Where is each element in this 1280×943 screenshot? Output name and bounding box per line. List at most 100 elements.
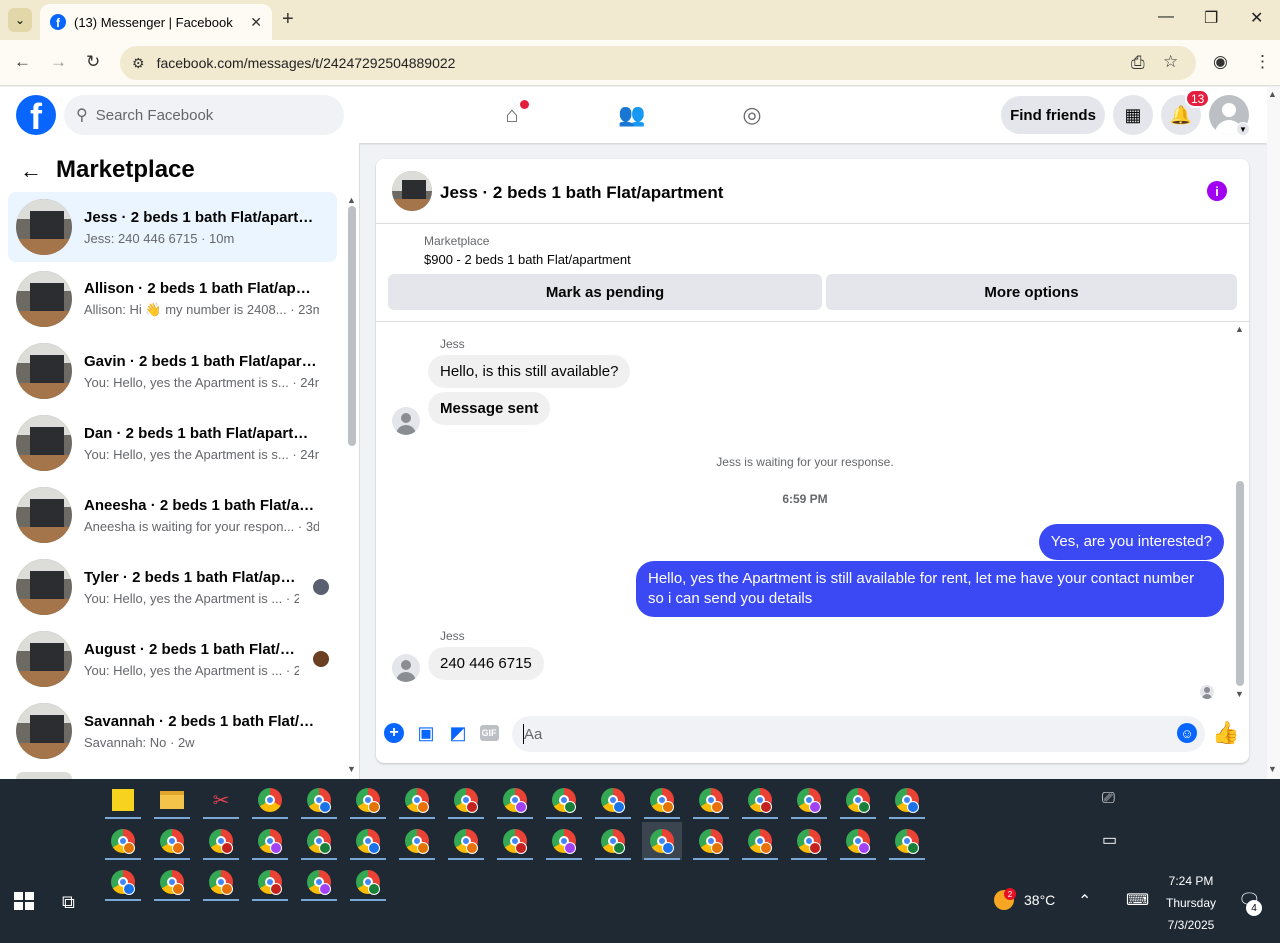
- chrome-profile-icon[interactable]: [740, 822, 780, 860]
- show-hidden-icons-chevron-icon[interactable]: ⌃: [1078, 891, 1091, 911]
- chrome-profile-icon[interactable]: [642, 822, 682, 860]
- conversation-item[interactable]: Gavin · 2 beds 1 bath Flat/apart... You: …: [8, 336, 337, 406]
- snipping-tool-icon[interactable]: ✂: [201, 781, 241, 819]
- conversation-item[interactable]: August · 2 beds 1 bath Flat/ap... You: He…: [8, 624, 337, 694]
- chrome-profile-icon[interactable]: [397, 822, 437, 860]
- find-friends-button[interactable]: Find friends: [1001, 96, 1105, 134]
- meet-now-icon[interactable]: ⎚: [1102, 790, 1115, 808]
- site-info-icon[interactable]: ⚙: [132, 55, 145, 72]
- forward-arrow-icon[interactable]: →: [50, 52, 67, 72]
- minimize-window-button[interactable]: —: [1158, 8, 1174, 26]
- friends-nav-icon[interactable]: 👥: [612, 98, 652, 132]
- windows-start-icon[interactable]: [14, 892, 34, 910]
- chrome-profile-icon[interactable]: [152, 822, 192, 860]
- chrome-profile-icon[interactable]: [544, 781, 584, 819]
- chrome-profile-icon[interactable]: [740, 781, 780, 819]
- keyboard-icon[interactable]: ⌨: [1126, 890, 1149, 910]
- sender-avatar[interactable]: [392, 654, 420, 682]
- conversation-item[interactable]: Jess · 2 beds 1 bath Flat/apartm... Jess:…: [8, 192, 337, 262]
- chrome-profile-icon[interactable]: [446, 822, 486, 860]
- search-input[interactable]: ⚲ Search Facebook: [64, 95, 344, 135]
- sticky-notes-icon[interactable]: [103, 781, 143, 819]
- incoming-message[interactable]: Message sent: [428, 392, 551, 425]
- scroll-down-icon[interactable]: ▼: [347, 764, 356, 774]
- chrome-profile-icon[interactable]: [201, 822, 241, 860]
- scroll-up-icon[interactable]: ▲: [1235, 324, 1244, 334]
- chrome-profile-icon[interactable]: [348, 822, 388, 860]
- chrome-profile-icon[interactable]: [593, 781, 633, 819]
- chat-title[interactable]: Jess · 2 beds 1 bath Flat/apartment: [440, 183, 723, 203]
- conversation-item[interactable]: Allison · 2 beds 1 bath Flat/apart... All…: [8, 264, 337, 334]
- install-app-icon[interactable]: ⎙: [1131, 53, 1145, 73]
- incoming-message[interactable]: 240 446 6715: [428, 647, 544, 680]
- chrome-profile-icon[interactable]: [691, 781, 731, 819]
- chrome-profile-icon[interactable]: [348, 863, 388, 901]
- incoming-message[interactable]: Hello, is this still available?: [428, 355, 631, 388]
- chrome-profile-icon[interactable]: [887, 822, 927, 860]
- file-explorer-icon[interactable]: [152, 781, 192, 819]
- page-scrollbar[interactable]: [1267, 87, 1280, 779]
- conversation-item[interactable]: Tyler · 2 beds 1 bath Flat/apar... You: H…: [8, 552, 337, 622]
- message-input[interactable]: Aa: [512, 716, 1205, 752]
- menu-grid-icon[interactable]: ▦: [1113, 95, 1153, 135]
- chrome-profile-icon[interactable]: [887, 781, 927, 819]
- groups-nav-icon[interactable]: ◎: [732, 98, 772, 132]
- scroll-down-icon[interactable]: ▼: [1235, 689, 1244, 699]
- chrome-profile-icon[interactable]: [789, 822, 829, 860]
- like-thumb-icon[interactable]: 👍: [1212, 720, 1239, 745]
- chrome-profile-icon[interactable]: [642, 781, 682, 819]
- tab-close-icon[interactable]: ✕: [250, 14, 262, 31]
- more-options-button[interactable]: More options: [826, 274, 1237, 310]
- conversation-item[interactable]: Savannah · 2 beds 1 bath Flat/ap... Savan…: [8, 696, 337, 766]
- outgoing-message[interactable]: Yes, are you interested?: [1038, 524, 1224, 560]
- close-window-button[interactable]: ✕: [1250, 8, 1263, 28]
- chrome-profile-icon[interactable]: [838, 822, 878, 860]
- chrome-profile-icon[interactable]: [103, 863, 143, 901]
- chrome-profile-icon[interactable]: [495, 822, 535, 860]
- facebook-logo[interactable]: f: [16, 95, 56, 135]
- chrome-profile-icon[interactable]: [446, 781, 486, 819]
- browser-menu-icon[interactable]: ⋮: [1254, 52, 1271, 72]
- desktop-icon[interactable]: ▭: [1102, 830, 1117, 850]
- chrome-profile-icon[interactable]: [495, 781, 535, 819]
- chrome-profile-icon[interactable]: [299, 822, 339, 860]
- scroll-down-icon[interactable]: ▼: [1268, 764, 1277, 774]
- info-icon[interactable]: i: [1207, 181, 1227, 201]
- profile-icon[interactable]: ◉: [1213, 52, 1228, 72]
- chrome-profile-icon[interactable]: [250, 863, 290, 901]
- conversation-item[interactable]: Dan · 2 beds 1 bath Flat/apartm... You: H…: [8, 408, 337, 478]
- chrome-profile-icon[interactable]: [544, 822, 584, 860]
- task-view-icon[interactable]: ⧉: [62, 892, 75, 913]
- outgoing-message[interactable]: Hello, yes the Apartment is still availa…: [636, 561, 1224, 617]
- address-bar[interactable]: ⚙ facebook.com/messages/t/24247292504889…: [120, 46, 1196, 80]
- conversation-item[interactable]: Aneesha · 2 beds 1 bath Flat/apa... Anees…: [8, 480, 337, 550]
- sticker-icon[interactable]: ◩: [447, 722, 469, 744]
- chevron-down-icon[interactable]: ▼: [1236, 122, 1250, 136]
- chrome-profile-icon[interactable]: [103, 822, 143, 860]
- listing-title[interactable]: $900 - 2 beds 1 bath Flat/apartment: [424, 252, 631, 267]
- chrome-profile-icon[interactable]: [348, 781, 388, 819]
- chat-scrollbar-thumb[interactable]: [1236, 481, 1244, 686]
- mark-as-pending-button[interactable]: Mark as pending: [388, 274, 822, 310]
- restore-window-button[interactable]: ❐: [1204, 8, 1218, 28]
- back-arrow-icon[interactable]: ←: [20, 158, 42, 184]
- system-clock[interactable]: 7:24 PM Thursday 7/3/2025: [1160, 870, 1222, 936]
- chrome-profile-icon[interactable]: [397, 781, 437, 819]
- emoji-icon[interactable]: ☺: [1176, 722, 1198, 744]
- chrome-profile-icon[interactable]: [299, 863, 339, 901]
- reload-icon[interactable]: ↻: [86, 52, 100, 72]
- chrome-profile-icon[interactable]: [593, 822, 633, 860]
- plus-icon[interactable]: +: [383, 722, 405, 744]
- scroll-up-icon[interactable]: ▲: [1268, 89, 1277, 99]
- photo-icon[interactable]: ▣: [415, 722, 437, 744]
- back-arrow-icon[interactable]: ←: [14, 52, 31, 72]
- scroll-up-icon[interactable]: ▲: [347, 195, 356, 205]
- gif-icon[interactable]: GIF: [478, 722, 500, 744]
- chrome-profile-icon[interactable]: [691, 822, 731, 860]
- chrome-profile-icon[interactable]: [789, 781, 829, 819]
- bookmark-star-icon[interactable]: ☆: [1163, 52, 1178, 72]
- chrome-profile-icon[interactable]: [838, 781, 878, 819]
- browser-tab-active[interactable]: f (13) Messenger | Facebook ✕: [40, 4, 272, 40]
- chrome-profile-icon[interactable]: [250, 781, 290, 819]
- sidebar-scrollbar-thumb[interactable]: [348, 206, 356, 446]
